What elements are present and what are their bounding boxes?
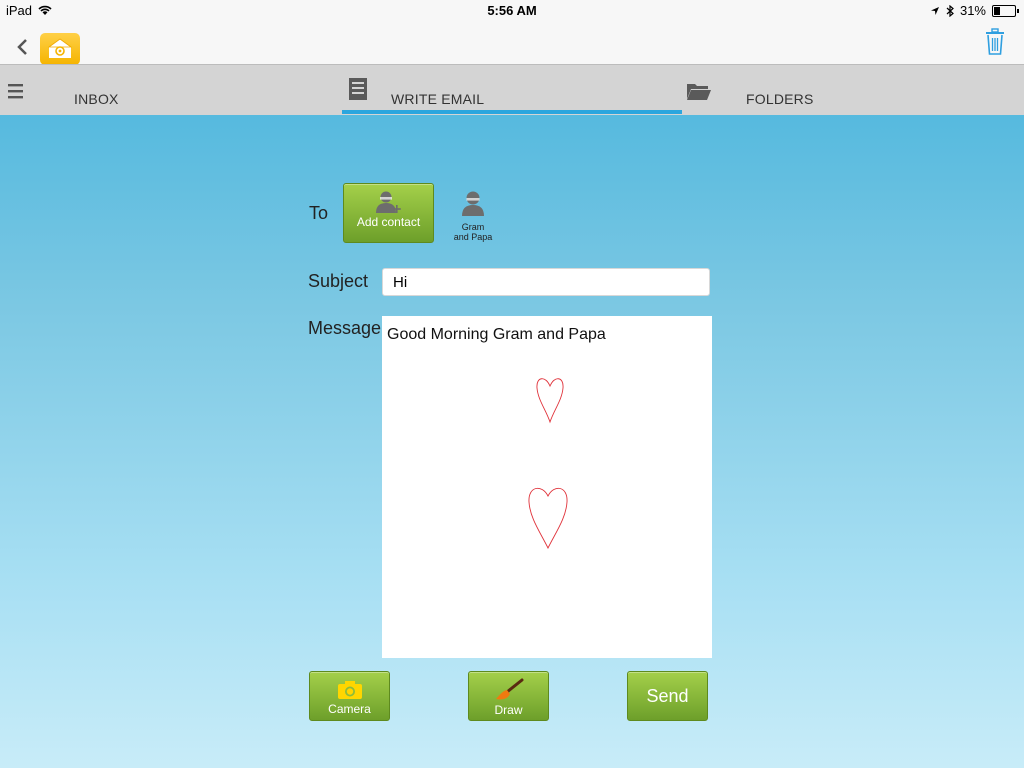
add-contact-label: Add contact	[356, 215, 421, 229]
document-icon	[349, 78, 367, 100]
drawn-heart-large	[528, 487, 568, 550]
back-button[interactable]	[16, 38, 28, 59]
battery-icon	[992, 4, 1019, 17]
add-person-icon	[375, 191, 401, 213]
location-icon	[930, 6, 939, 15]
tab-bar: INBOX WRITE EMAIL FOLDERS	[0, 64, 1024, 115]
tab-folders-label: FOLDERS	[746, 91, 814, 107]
drawn-heart-small	[536, 378, 564, 424]
clock: 5:56 AM	[487, 3, 537, 18]
battery-percent: 31%	[959, 3, 986, 18]
trash-icon	[986, 28, 1004, 55]
recipient-name-line2: and Papa	[453, 232, 493, 242]
message-body[interactable]: Good Morning Gram and Papa	[382, 316, 712, 658]
to-label: To	[309, 203, 329, 223]
message-label: Message	[308, 318, 382, 338]
subject-input[interactable]	[382, 268, 710, 296]
draw-button[interactable]: Draw	[468, 671, 549, 721]
camera-label: Camera	[328, 702, 371, 716]
recipient-name-line1: Gram	[461, 222, 485, 232]
bluetooth-icon	[946, 4, 954, 17]
paintbrush-icon	[495, 678, 523, 700]
camera-button[interactable]: Camera	[309, 671, 390, 721]
top-nav	[0, 22, 1024, 65]
hamburger-icon	[8, 84, 23, 99]
subject-label: Subject	[308, 271, 369, 291]
tab-write-email-label: WRITE EMAIL	[391, 91, 485, 107]
tab-folders[interactable]: FOLDERS	[684, 65, 1024, 115]
message-text: Good Morning Gram and Papa	[387, 326, 606, 343]
tab-inbox-label: INBOX	[74, 91, 119, 107]
active-tab-indicator	[342, 110, 682, 114]
add-contact-button[interactable]: Add contact	[343, 183, 434, 243]
trash-button[interactable]	[984, 28, 1006, 61]
camera-icon	[337, 681, 362, 699]
app-logo[interactable]	[40, 33, 80, 65]
email-house-icon	[47, 38, 73, 58]
draw-label: Draw	[494, 703, 523, 717]
send-button[interactable]: Send	[627, 671, 708, 721]
folder-icon	[687, 84, 711, 100]
tab-write-email[interactable]: WRITE EMAIL	[342, 65, 682, 115]
chevron-left-icon	[17, 39, 27, 55]
recipient-chip[interactable]: Gram and Papa	[452, 190, 494, 242]
person-icon	[462, 191, 484, 216]
status-bar: iPad 5:56 AM 31%	[0, 0, 1024, 22]
tab-inbox[interactable]: INBOX	[0, 65, 340, 115]
